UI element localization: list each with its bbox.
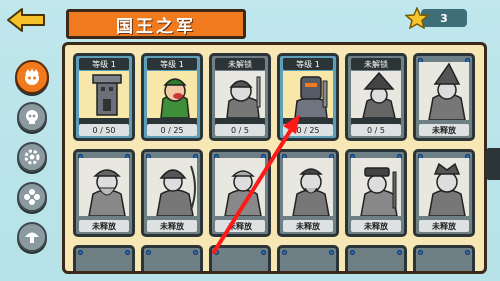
card-progress: 0 / 25 (283, 124, 333, 136)
paladin-icon (283, 158, 333, 216)
sidebar-item-skull[interactable] (17, 102, 47, 132)
wizard-icon (419, 62, 469, 120)
card-progress: 未释放 (215, 220, 265, 232)
star-counter: 3 (405, 7, 467, 29)
card-level-label: 未解锁 (351, 58, 401, 70)
viking-icon (79, 158, 129, 216)
elf-icon (215, 158, 265, 216)
unit-card-peasant[interactable]: 等级 1 0 / 25 (141, 53, 203, 141)
musketeer-icon (351, 158, 401, 216)
card-progress: 未释放 (351, 220, 401, 232)
witch-icon (351, 71, 401, 118)
unit-card-knight[interactable]: 未解锁 0 / 5 (209, 53, 271, 141)
card-progress: 0 / 5 (351, 124, 401, 136)
unit-card-paladin[interactable]: 未释放 (277, 149, 339, 237)
skull-icon (26, 110, 38, 124)
army-icon (25, 68, 39, 85)
card-progress: 未释放 (79, 220, 129, 232)
sidebar-item-gear[interactable] (17, 142, 47, 172)
flower-icon (24, 189, 40, 205)
knight-icon (215, 71, 265, 118)
armored-knight-icon (283, 71, 333, 118)
card-progress: 未释放 (147, 220, 197, 232)
unit-card-row3[interactable] (277, 245, 339, 271)
unit-card-barbarian[interactable]: 未释放 (413, 149, 475, 237)
card-level-label: 未解锁 (215, 58, 265, 70)
card-progress: 未释放 (283, 220, 333, 232)
unit-card-archer[interactable]: 未释放 (141, 149, 203, 237)
unit-card-witch[interactable]: 未解锁 0 / 5 (345, 53, 407, 141)
card-progress: 未释放 (419, 220, 469, 232)
sidebar-item-army[interactable] (15, 60, 49, 94)
unit-card-row3[interactable] (209, 245, 271, 271)
unit-card-row3[interactable] (345, 245, 407, 271)
unit-card-armored-knight[interactable]: 等级 1 0 / 25 (277, 53, 339, 141)
back-button[interactable] (6, 7, 46, 33)
star-icon (405, 7, 429, 29)
unit-card-elf[interactable]: 未释放 (209, 149, 271, 237)
unit-card-wizard[interactable]: 未释放 (413, 53, 475, 141)
gear-icon (24, 149, 40, 165)
card-level-label: 等级 1 (79, 58, 129, 70)
card-progress: 0 / 5 (215, 124, 265, 136)
card-progress: 未释放 (419, 124, 469, 136)
card-progress: 0 / 50 (79, 124, 129, 136)
card-level-label: 等级 1 (283, 58, 333, 70)
unit-card-viking[interactable]: 未释放 (73, 149, 135, 237)
unit-card-musketeer[interactable]: 未释放 (345, 149, 407, 237)
peasant-icon (147, 71, 197, 118)
barbarian-icon (419, 158, 469, 216)
scroll-side-tab[interactable] (486, 148, 500, 180)
unit-card-row3[interactable] (73, 245, 135, 271)
card-level-label: 等级 1 (147, 58, 197, 70)
sidebar-item-flower[interactable] (17, 182, 47, 212)
unit-card-row3[interactable] (141, 245, 203, 271)
card-progress: 0 / 25 (147, 124, 197, 136)
tower-icon (79, 71, 129, 118)
back-arrow-icon (7, 8, 45, 32)
sidebar-item-mushroom[interactable] (17, 222, 47, 252)
archer-icon (147, 158, 197, 216)
page-title: 国王之军 (66, 9, 246, 39)
mushroom-icon (25, 232, 39, 243)
unit-card-tower[interactable]: 等级 1 0 / 50 (73, 53, 135, 141)
unit-card-row3[interactable] (413, 245, 475, 271)
unit-collection-panel: 等级 1 0 / 50 等级 1 0 / 25 未解锁 0 / 5 等级 1 0… (62, 42, 487, 274)
